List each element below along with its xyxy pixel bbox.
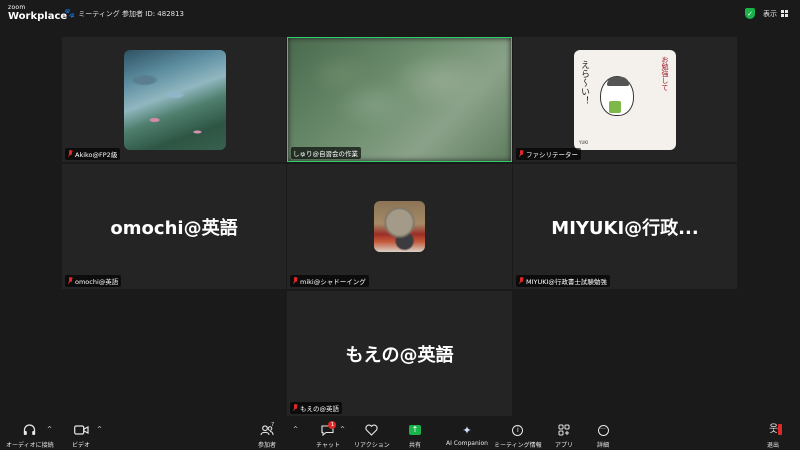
share-button[interactable]: ↑ 共有: [409, 423, 421, 449]
more-icon: ···: [597, 423, 609, 437]
participant-name: omochi@英語: [75, 278, 119, 286]
chat-badge: 1: [328, 421, 337, 429]
apps-button[interactable]: アプリ: [555, 423, 573, 449]
participant-tile[interactable]: MIYUKI@行政... MIYUKI@行政書士試験勉強: [513, 164, 737, 289]
headphones-icon: [23, 423, 36, 437]
participant-name: miki@シャドーイング: [300, 278, 366, 286]
shield-icon[interactable]: ✓: [745, 8, 755, 19]
participant-name-tag: Akiko@FP2級: [65, 148, 121, 160]
paw-icon: 🐾: [64, 8, 76, 19]
audio-label: オーディオに接続: [6, 442, 54, 449]
top-bar: zoom Workplace 🐾 ミーティング 参加者 ID: 482813 ✓…: [0, 0, 800, 30]
participant-name-tag: ファシリテーター: [516, 148, 581, 160]
participant-name: Akiko@FP2級: [75, 151, 118, 159]
participant-tile[interactable]: miki@シャドーイング: [287, 164, 512, 289]
logo-big-text: Workplace: [8, 11, 68, 22]
participant-name: ファシリテーター: [526, 151, 578, 159]
participant-name: しゅり@自習会の作業: [293, 150, 358, 158]
participant-name-tag: omochi@英語: [65, 275, 122, 287]
heart-icon: [365, 423, 378, 437]
participants-button[interactable]: 7 参加者: [258, 423, 277, 450]
participant-tile[interactable]: もえの@英語 もえの@英語: [287, 291, 512, 416]
participants-icon: 7: [260, 423, 274, 437]
participant-name-tag: miki@シャドーイング: [290, 275, 369, 287]
participant-big-name: もえの@英語: [345, 344, 454, 366]
meeting-id-label: ミーティング 参加者 ID: 482813: [78, 10, 185, 18]
share-arrow-icon: ↑: [409, 423, 421, 437]
more-button[interactable]: ··· 詳細: [597, 423, 609, 449]
mic-off-icon: [292, 277, 298, 285]
leave-button[interactable]: 웃 退出: [767, 423, 782, 449]
reactions-button[interactable]: リアクション: [354, 423, 390, 449]
participant-big-name: omochi@英語: [110, 217, 238, 239]
sketch-right-text: お勉強して: [661, 56, 669, 91]
video-camera-icon: [73, 423, 89, 437]
ai-companion-button[interactable]: ✦ AI Companion: [446, 423, 488, 448]
participants-caret-icon[interactable]: ^: [293, 426, 298, 433]
video-feed: [288, 38, 511, 161]
participant-name-tag: もえの@英語: [290, 402, 342, 414]
bird-sketch-avatar: えら〜い！ お勉強して YUKI: [574, 50, 676, 150]
mic-off-icon: [292, 404, 298, 412]
top-right-controls: ✓ 表示: [745, 8, 788, 19]
meeting-info-button[interactable]: i ミーティング情報: [494, 423, 542, 449]
ai-companion-label: AI Companion: [446, 440, 488, 447]
participant-name: MIYUKI@行政書士試験勉強: [526, 278, 607, 286]
view-button[interactable]: 表示: [763, 9, 788, 19]
grid-icon: [781, 10, 788, 17]
share-label: 共有: [409, 442, 422, 449]
participant-tile[interactable]: えら〜い！ お勉強して YUKI ファシリテーター: [513, 37, 737, 162]
participant-name: もえの@英語: [300, 405, 339, 413]
more-label: 詳細: [597, 442, 610, 449]
chat-button[interactable]: 1 チャット: [316, 421, 340, 449]
chat-label: チャット: [316, 442, 340, 449]
participants-label: 参加者: [258, 442, 277, 449]
audio-caret-icon[interactable]: ^: [47, 426, 52, 433]
mic-off-icon: [518, 150, 524, 158]
chat-icon: 1: [321, 421, 337, 437]
zoom-logo: zoom Workplace: [8, 5, 67, 22]
video-button[interactable]: ビデオ: [72, 423, 90, 449]
sparkle-icon: ✦: [462, 423, 472, 437]
participant-tile-active[interactable]: しゅり@自習会の作業: [287, 37, 512, 162]
meeting-info-label: ミーティング情報: [494, 442, 542, 449]
mic-off-icon: [67, 277, 73, 285]
video-stage: Akiko@FP2級 しゅり@自習会の作業 えら〜い！ お勉強して YUKI フ…: [0, 30, 800, 420]
water-lilies-avatar: [124, 50, 226, 150]
video-caret-icon[interactable]: ^: [97, 426, 102, 433]
mic-off-icon: [518, 277, 524, 285]
apps-icon: [558, 423, 570, 437]
rock-avatar: [374, 201, 425, 252]
view-label: 表示: [763, 9, 777, 18]
chat-caret-icon[interactable]: ^: [340, 426, 345, 433]
participant-tile[interactable]: omochi@英語 omochi@英語: [62, 164, 286, 289]
apps-label: アプリ: [555, 442, 574, 449]
participant-name-tag: MIYUKI@行政書士試験勉強: [516, 275, 610, 287]
sketch-left-text: えら〜い！: [579, 60, 589, 105]
video-label: ビデオ: [72, 442, 91, 449]
meeting-toolbar: オーディオに接続 ^ ビデオ ^ 7 参加者 ^ 1 チャット ^ リアクション…: [0, 420, 800, 450]
meeting-info[interactable]: 🐾 ミーティング 参加者 ID: 482813: [64, 9, 184, 19]
bird-drawing: [600, 76, 634, 116]
participant-big-name: MIYUKI@行政...: [551, 217, 699, 239]
mic-off-icon: [67, 150, 73, 158]
reactions-label: リアクション: [354, 442, 390, 449]
participant-name-tag: しゅり@自習会の作業: [291, 147, 361, 159]
info-icon: i: [512, 423, 524, 437]
leave-icon: 웃: [767, 423, 782, 437]
participant-tile[interactable]: Akiko@FP2級: [62, 37, 286, 162]
leave-label: 退出: [767, 442, 780, 449]
participant-count: 7: [271, 422, 275, 428]
